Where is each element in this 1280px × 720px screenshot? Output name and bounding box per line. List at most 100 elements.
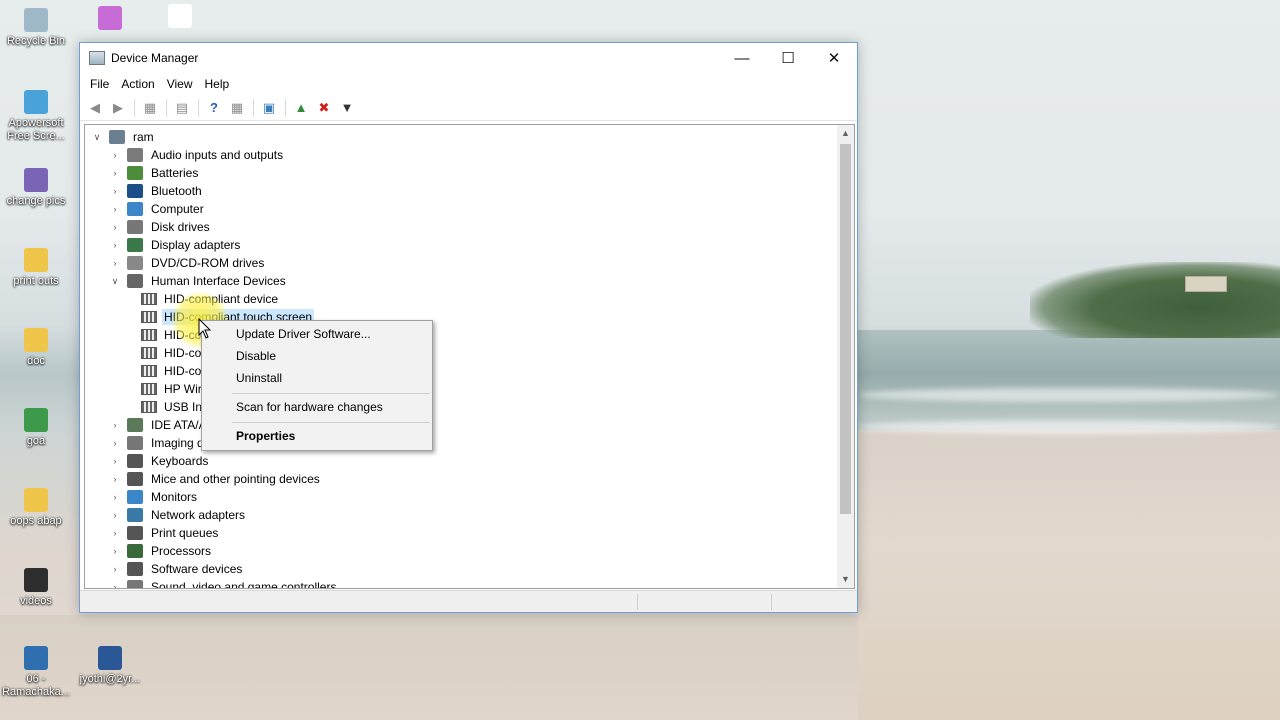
menu-help[interactable]: Help xyxy=(199,77,236,91)
scroll-up-icon[interactable]: ▲ xyxy=(837,125,854,142)
device-category-icon xyxy=(127,562,143,576)
desktop-icon-label: oops abap xyxy=(10,515,62,527)
update-driver-icon[interactable]: ▲ xyxy=(290,97,312,119)
expand-chevron-icon[interactable]: › xyxy=(109,186,121,196)
tree-root-computer[interactable]: ∨ ram xyxy=(91,128,156,146)
device-category-icon xyxy=(127,454,143,468)
tree-item-label: Batteries xyxy=(151,166,199,180)
tree-item-label: Monitors xyxy=(151,490,198,504)
expand-chevron-icon[interactable]: › xyxy=(109,528,121,538)
expand-chevron-icon[interactable]: › xyxy=(109,168,121,178)
tree-item-label: Print queues xyxy=(151,526,219,540)
tree-category[interactable]: › Display adapters xyxy=(109,236,242,254)
expand-chevron-icon[interactable]: › xyxy=(109,510,121,520)
vertical-scrollbar[interactable]: ▲ ▼ xyxy=(837,125,854,588)
tree-category[interactable]: › Processors xyxy=(109,542,213,560)
properties-icon[interactable]: ▤ xyxy=(171,97,193,119)
maximize-button[interactable]: ☐ xyxy=(765,43,811,73)
title-bar[interactable]: Device Manager — ☐ ✕ xyxy=(80,43,857,73)
action-pane-icon[interactable]: ▦ xyxy=(226,97,248,119)
desktop-file-icon xyxy=(168,4,192,28)
menu-disable[interactable]: Disable xyxy=(236,349,276,363)
desktop-icon[interactable]: 06 - Ramachaka... xyxy=(0,646,72,699)
menu-scan-for-hardware-changes[interactable]: Scan for hardware changes xyxy=(236,400,383,414)
hid-device-icon xyxy=(141,383,157,395)
desktop-icon[interactable]: print outs xyxy=(0,248,72,288)
tree-category[interactable]: › Imaging de xyxy=(109,434,212,452)
tree-category[interactable]: › Software devices xyxy=(109,560,244,578)
menu-uninstall[interactable]: Uninstall xyxy=(236,371,282,385)
expand-chevron-icon[interactable]: › xyxy=(109,150,121,160)
tree-category[interactable]: › Sound, video and game controllers xyxy=(109,578,338,588)
expand-chevron-icon[interactable]: › xyxy=(109,492,121,502)
menu-action[interactable]: Action xyxy=(115,77,160,91)
show-hide-console-tree-icon[interactable]: ▦ xyxy=(139,97,161,119)
close-button[interactable]: ✕ xyxy=(811,43,857,73)
desktop-icon[interactable]: videos xyxy=(0,568,72,608)
desktop-icon[interactable]: doc xyxy=(0,328,72,368)
desktop-icon-label: 06 - Ramachaka... xyxy=(2,673,70,698)
desktop-icon[interactable]: jyothi@2yr... xyxy=(74,646,146,686)
expand-chevron-icon[interactable]: › xyxy=(109,456,121,466)
scroll-thumb[interactable] xyxy=(840,144,851,514)
device-category-icon xyxy=(127,544,143,558)
device-category-icon xyxy=(127,436,143,450)
tree-category[interactable]: › IDE ATA/AT xyxy=(109,416,215,434)
expand-chevron-icon[interactable]: › xyxy=(109,474,121,484)
status-bar xyxy=(80,590,857,612)
expand-chevron-icon[interactable]: › xyxy=(109,546,121,556)
desktop-file-icon xyxy=(98,6,122,30)
collapse-chevron-icon[interactable]: ∨ xyxy=(91,132,103,143)
collapse-chevron-icon[interactable]: ∨ xyxy=(109,276,121,287)
tree-category[interactable]: › Bluetooth xyxy=(109,182,204,200)
tree-category[interactable]: › Disk drives xyxy=(109,218,212,236)
desktop-icon[interactable]: oops abap xyxy=(0,488,72,528)
tree-category[interactable]: › Print queues xyxy=(109,524,220,542)
scroll-down-icon[interactable]: ▼ xyxy=(837,571,854,588)
desktop-icon[interactable] xyxy=(144,4,216,31)
device-tree[interactable]: ∨ ram › Audio inputs and outputs › Batteries ›… xyxy=(84,124,855,589)
tree-category[interactable]: › Audio inputs and outputs xyxy=(109,146,285,164)
expand-chevron-icon[interactable]: › xyxy=(109,564,121,574)
expand-chevron-icon[interactable]: › xyxy=(109,222,121,232)
tree-item-label: Audio inputs and outputs xyxy=(151,148,284,162)
menu-file[interactable]: File xyxy=(84,77,115,91)
forward-arrow-icon[interactable]: ▶ xyxy=(107,97,129,119)
expand-chevron-icon[interactable]: › xyxy=(109,240,121,250)
expand-chevron-icon[interactable]: › xyxy=(109,204,121,214)
tree-category[interactable]: › Network adapters xyxy=(109,506,247,524)
tree-category[interactable]: › Monitors xyxy=(109,488,199,506)
tree-device[interactable]: HID-co xyxy=(141,362,203,380)
tree-category[interactable]: ∨ Human Interface Devices xyxy=(109,272,288,290)
desktop-file-icon xyxy=(24,488,48,512)
desktop-icon[interactable]: Recycle Bin xyxy=(0,8,72,48)
uninstall-device-icon[interactable]: ✖ xyxy=(313,97,335,119)
desktop-icon[interactable]: goa xyxy=(0,408,72,448)
minimize-button[interactable]: — xyxy=(719,43,765,73)
tree-category[interactable]: › Computer xyxy=(109,200,206,218)
desktop-icon[interactable]: Apowersoft Free Scre... xyxy=(0,90,72,143)
desktop-icon[interactable]: change pics xyxy=(0,168,72,208)
menu-update-driver-software[interactable]: Update Driver Software... xyxy=(236,327,371,341)
expand-chevron-icon[interactable]: › xyxy=(109,420,121,430)
tree-category[interactable]: › DVD/CD-ROM drives xyxy=(109,254,266,272)
back-arrow-icon[interactable]: ◀ xyxy=(84,97,106,119)
desktop-icon-label: doc xyxy=(27,355,45,367)
expand-chevron-icon[interactable]: › xyxy=(109,582,121,588)
tree-category[interactable]: › Keyboards xyxy=(109,452,210,470)
tree-category[interactable]: › Batteries xyxy=(109,164,200,182)
expand-chevron-icon[interactable]: › xyxy=(109,438,121,448)
help-icon[interactable]: ? xyxy=(203,97,225,119)
menu-view[interactable]: View xyxy=(161,77,199,91)
tree-item-label: Software devices xyxy=(151,562,243,576)
menu-properties[interactable]: Properties xyxy=(236,429,295,443)
desktop-file-icon xyxy=(24,168,48,192)
desktop-icon[interactable] xyxy=(74,6,146,33)
expand-chevron-icon[interactable]: › xyxy=(109,258,121,268)
disable-device-icon[interactable]: ▼ xyxy=(336,97,358,119)
tree-category[interactable]: › Mice and other pointing devices xyxy=(109,470,322,488)
desktop-file-icon xyxy=(98,646,122,670)
tree-item-label: DVD/CD-ROM drives xyxy=(151,256,265,270)
status-divider xyxy=(771,594,772,610)
scan-hardware-icon[interactable]: ▣ xyxy=(258,97,280,119)
